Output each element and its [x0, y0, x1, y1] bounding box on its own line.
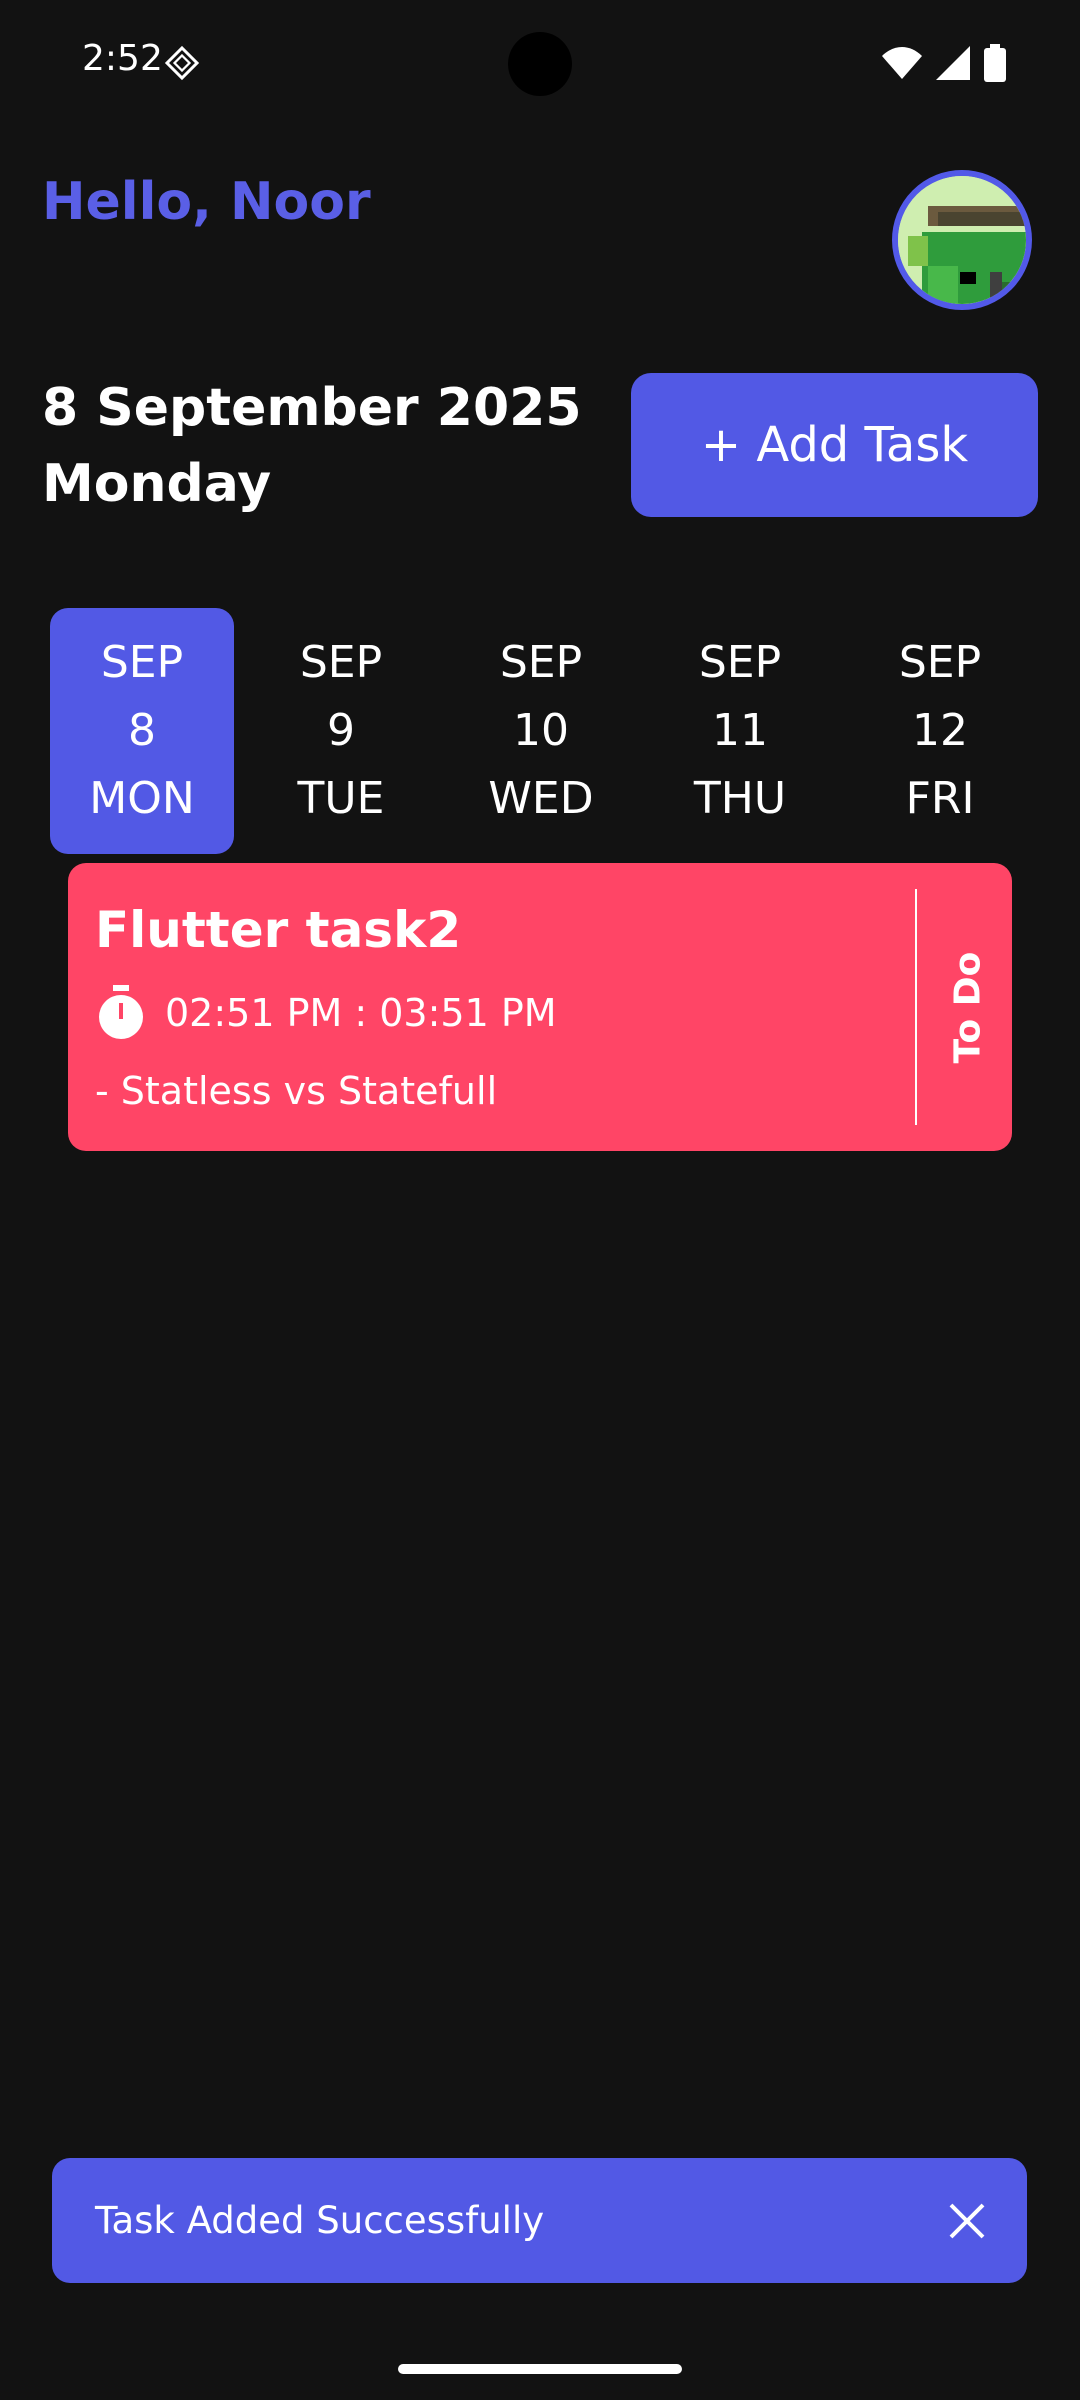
avatar[interactable]: [892, 170, 1032, 310]
date-day: 8: [128, 705, 156, 756]
task-title: Flutter task2: [95, 901, 462, 959]
task-note: - Statless vs Statefull: [95, 1069, 498, 1113]
date-day: 12: [912, 705, 968, 756]
date-day: 9: [327, 705, 355, 756]
date-month: SEP: [299, 637, 383, 688]
date-weekday: MON: [89, 773, 195, 824]
status-time: 2:52: [82, 38, 163, 79]
home-indicator[interactable]: [398, 2364, 682, 2374]
add-task-button[interactable]: + Add Task: [631, 373, 1038, 517]
date-weekday: FRI: [905, 773, 975, 824]
task-time-row: 02:51 PM : 03:51 PM: [95, 985, 557, 1041]
close-icon[interactable]: [947, 2201, 987, 2241]
date-day: 10: [513, 705, 569, 756]
date-month: SEP: [898, 637, 982, 688]
date-month: SEP: [100, 637, 184, 688]
date-day: 11: [712, 705, 768, 756]
date-weekday: TUE: [297, 773, 385, 824]
pixel-art-avatar-icon: [898, 176, 1026, 304]
front-camera: [508, 32, 572, 96]
date-weekday: WED: [488, 773, 594, 824]
date-item-sep-11[interactable]: SEP 11 THU: [648, 608, 832, 854]
task-divider: [915, 889, 917, 1125]
date-month: SEP: [499, 637, 583, 688]
settings-sparkle-icon: [164, 45, 200, 81]
wifi-icon: [882, 47, 922, 79]
task-time: 02:51 PM : 03:51 PM: [165, 991, 557, 1035]
stopwatch-icon: [99, 985, 143, 1039]
date-item-sep-8[interactable]: SEP 8 MON: [50, 608, 234, 854]
current-date: 8 September 2025: [42, 378, 582, 438]
status-bar: 2:52: [0, 0, 1080, 128]
date-weekday: THU: [693, 773, 787, 824]
task-status: To Do: [924, 863, 1012, 1151]
snackbar: Task Added Successfully: [52, 2158, 1027, 2283]
battery-icon: [984, 44, 1006, 82]
signal-icon: [936, 46, 970, 80]
date-picker-strip: SEP 8 MON SEP 9 TUE SEP 10 WED SEP 11 TH…: [50, 608, 1050, 854]
greeting-title: Hello, Noor: [42, 172, 371, 232]
current-date-block: 8 September 2025 Monday: [42, 370, 582, 522]
status-icons: [882, 44, 1006, 82]
task-card[interactable]: Flutter task2 02:51 PM : 03:51 PM - Stat…: [68, 863, 1012, 1151]
date-item-sep-12[interactable]: SEP 12 FRI: [848, 608, 1032, 854]
snackbar-message: Task Added Successfully: [95, 2199, 545, 2242]
date-item-sep-9[interactable]: SEP 9 TUE: [249, 608, 433, 854]
date-month: SEP: [698, 637, 782, 688]
current-weekday: Monday: [42, 454, 272, 514]
task-status-label: To Do: [947, 951, 989, 1063]
date-item-sep-10[interactable]: SEP 10 WED: [449, 608, 633, 854]
